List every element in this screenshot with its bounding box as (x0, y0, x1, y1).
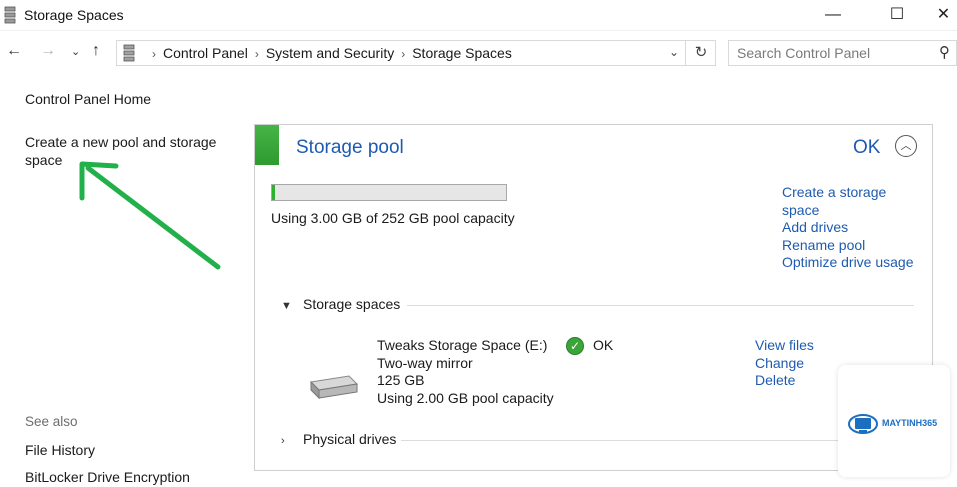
storage-space-usage: Using 2.00 GB pool capacity (377, 389, 554, 406)
view-files-link[interactable]: View files (755, 337, 814, 355)
breadcrumb-control-panel[interactable]: Control Panel (163, 45, 248, 61)
minimize-button[interactable]: — (810, 0, 856, 30)
watermark-brand: MAYTINH365 (882, 418, 938, 428)
brand-logo-icon (848, 414, 878, 434)
search-input[interactable] (737, 44, 927, 62)
pool-status-bar (255, 125, 279, 165)
collapsed-chevron-icon: › (281, 435, 285, 447)
see-also-heading: See also (25, 414, 78, 429)
storage-space-details: Tweaks Storage Space (E:) Two-way mirror… (377, 337, 554, 407)
pool-usage-fill (272, 185, 275, 200)
storage-spaces-section-toggle[interactable]: ▼ Storage spaces (281, 296, 400, 312)
storage-spaces-icon (123, 44, 135, 62)
pool-usage-progress (271, 184, 507, 201)
physical-drives-section-toggle[interactable]: › Physical drives (281, 431, 396, 447)
navigation-bar: ← → ⌄ ↑ › Control Panel › System and Securi… (0, 36, 957, 70)
ok-check-icon: ✓ (566, 337, 584, 355)
optimize-drive-usage-link[interactable]: Optimize drive usage (782, 254, 927, 272)
address-dropdown-icon[interactable]: ⌄ (669, 45, 679, 59)
search-icon[interactable]: ⚲ (939, 43, 950, 61)
pool-usage-text: Using 3.00 GB of 252 GB pool capacity (271, 210, 515, 226)
storage-spaces-icon (4, 6, 16, 24)
forward-arrow-icon[interactable]: → (40, 42, 56, 60)
window-title: Storage Spaces (24, 7, 124, 23)
up-arrow-icon[interactable]: ↑ (92, 42, 100, 60)
close-button[interactable]: ✕ (930, 0, 957, 30)
divider (407, 305, 914, 306)
storage-space-name: Tweaks Storage Space (E:) (377, 337, 548, 353)
breadcrumb-separator-icon: › (254, 47, 259, 61)
file-history-link[interactable]: File History (25, 441, 95, 459)
pool-actions: Create a storage space Add drives Rename… (782, 184, 927, 272)
storage-space-size: 125 GB (377, 372, 425, 388)
drive-icon (309, 375, 359, 400)
storage-space-actions: View files Change Delete (755, 337, 814, 390)
breadcrumb: › Control Panel › System and Security › Stora… (145, 45, 512, 61)
expanded-chevron-icon: ▼ (281, 300, 292, 312)
bitlocker-link[interactable]: BitLocker Drive Encryption (25, 468, 190, 486)
back-arrow-icon[interactable]: ← (6, 42, 22, 60)
search-box[interactable]: ⚲ (728, 40, 957, 66)
address-bar[interactable]: › Control Panel › System and Security › Stora… (116, 40, 716, 66)
maximize-button[interactable]: ☐ (874, 0, 920, 30)
refresh-icon[interactable]: ↻ (685, 41, 716, 65)
storage-pool-panel: Storage pool OK ︿ Using 3.00 GB of 252 G… (254, 124, 933, 471)
breadcrumb-separator-icon: › (152, 47, 156, 61)
breadcrumb-system-and-security[interactable]: System and Security (266, 45, 394, 61)
storage-space-status: OK (593, 337, 614, 353)
control-panel-home-link[interactable]: Control Panel Home (25, 90, 151, 108)
storage-space-resiliency: Two-way mirror (377, 354, 473, 371)
watermark: MAYTINH365 (838, 365, 950, 477)
pool-status: OK (853, 137, 881, 158)
pool-title: Storage pool (296, 137, 404, 158)
rename-pool-link[interactable]: Rename pool (782, 237, 927, 255)
create-storage-space-link[interactable]: Create a storage space (782, 184, 927, 219)
recent-locations-chevron-icon[interactable]: ⌄ (71, 45, 80, 58)
breadcrumb-storage-spaces[interactable]: Storage Spaces (412, 45, 512, 61)
change-link[interactable]: Change (755, 355, 814, 373)
delete-link[interactable]: Delete (755, 372, 814, 390)
collapse-chevron-icon[interactable]: ︿ (895, 135, 917, 157)
add-drives-link[interactable]: Add drives (782, 219, 927, 237)
annotation-arrow-icon (79, 161, 221, 270)
title-bar: Storage Spaces — ☐ ✕ (0, 0, 957, 31)
breadcrumb-separator-icon: › (401, 47, 406, 61)
